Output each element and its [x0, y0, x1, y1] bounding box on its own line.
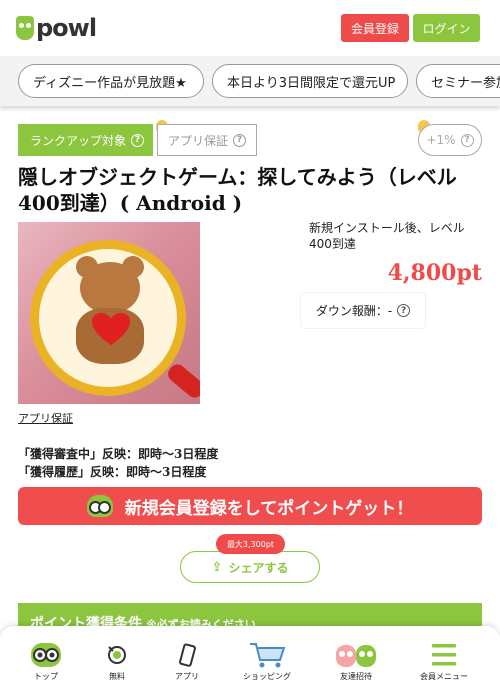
- teddy-bear-illustration: [70, 256, 150, 364]
- nav-item-app[interactable]: アプリ: [155, 640, 219, 682]
- signup-cta-label: 新規会員登録をしてポイントゲット！: [124, 498, 414, 519]
- heart-icon: [92, 312, 130, 346]
- nav-item-shopping[interactable]: ショッピング: [235, 640, 299, 682]
- owl-logo-icon: [16, 16, 34, 40]
- owl-icon: [86, 495, 113, 517]
- friends-icon: [334, 640, 378, 670]
- smartphone-icon: [175, 640, 199, 670]
- points-value: 4,800pt: [387, 260, 482, 286]
- nav-label: 友達招待: [340, 672, 372, 681]
- help-icon[interactable]: ?: [131, 133, 145, 147]
- share-button[interactable]: ⇪ シェアする: [180, 551, 320, 583]
- share-label: シェアする: [228, 560, 289, 575]
- bottom-nav: トップ 無料 アプリ ショッピング 友達招待 会員メニュー: [0, 626, 500, 700]
- campaign-pill[interactable]: 本日より3日間限定で還元UP: [212, 64, 408, 98]
- nav-item-invite[interactable]: 友達招待: [324, 640, 388, 682]
- help-icon[interactable]: ?: [460, 133, 474, 147]
- nav-item-member-menu[interactable]: 会員メニュー: [412, 640, 476, 682]
- offer-title: 隠しオブジェクトゲーム：探してみよう（レベル400到達）( Android ): [18, 165, 457, 215]
- logo-text: powl: [36, 14, 97, 42]
- max-points-badge: 最大3,300pt: [216, 534, 285, 554]
- bonus-tag[interactable]: +1% ?: [418, 124, 482, 156]
- powl-logo[interactable]: powl: [16, 14, 97, 42]
- nav-item-free[interactable]: 無料: [85, 640, 149, 682]
- free-icon: [105, 640, 129, 670]
- cart-icon: [248, 640, 286, 670]
- help-icon[interactable]: ?: [233, 133, 247, 147]
- campaign-pill[interactable]: セミナー参加: [416, 64, 500, 98]
- guarantee-tag[interactable]: アプリ保証 ?: [157, 124, 257, 156]
- nav-label: ショッピング: [243, 672, 291, 681]
- down-reward[interactable]: ダウン報酬：- ?: [301, 293, 425, 328]
- guarantee-label: アプリ保証: [168, 133, 229, 148]
- signup-cta-button[interactable]: 新規会員登録をしてポイントゲット！: [18, 487, 482, 525]
- nav-item-top[interactable]: トップ: [14, 640, 78, 682]
- campaign-strip[interactable]: ディズニー作品が見放題★ 本日より3日間限定で還元UP セミナー参加: [0, 56, 500, 106]
- app-guarantee-link[interactable]: アプリ保証: [18, 410, 73, 426]
- nav-label: トップ: [34, 672, 58, 681]
- menu-icon: [430, 640, 458, 670]
- down-reward-label: ダウン報酬：-: [315, 304, 393, 318]
- campaign-pill[interactable]: ディズニー作品が見放題★: [18, 64, 204, 98]
- login-button[interactable]: ログイン: [413, 14, 480, 42]
- share-icon: ⇪: [211, 559, 223, 575]
- install-condition: 新規インストール後、レベル400到達: [309, 221, 465, 251]
- register-button[interactable]: 会員登録: [341, 14, 409, 42]
- nav-label: アプリ: [175, 672, 199, 681]
- reflect-pending: 「獲得審査中」反映：即時～3日程度: [18, 447, 219, 461]
- header: powl 会員登録 ログイン: [0, 0, 500, 56]
- owl-icon: [30, 640, 62, 670]
- help-icon[interactable]: ?: [397, 304, 411, 317]
- reflect-history: 「獲得履歴」反映：即時～3日程度: [18, 465, 207, 479]
- magnifier-handle: [164, 361, 200, 401]
- bonus-label: +1%: [426, 133, 456, 147]
- nav-label: 会員メニュー: [420, 672, 468, 681]
- rankup-tag[interactable]: ランクアップ対象 ?: [18, 124, 153, 156]
- nav-label: 無料: [109, 672, 125, 681]
- app-image[interactable]: [18, 222, 200, 404]
- rankup-label: ランクアップ対象: [30, 133, 127, 148]
